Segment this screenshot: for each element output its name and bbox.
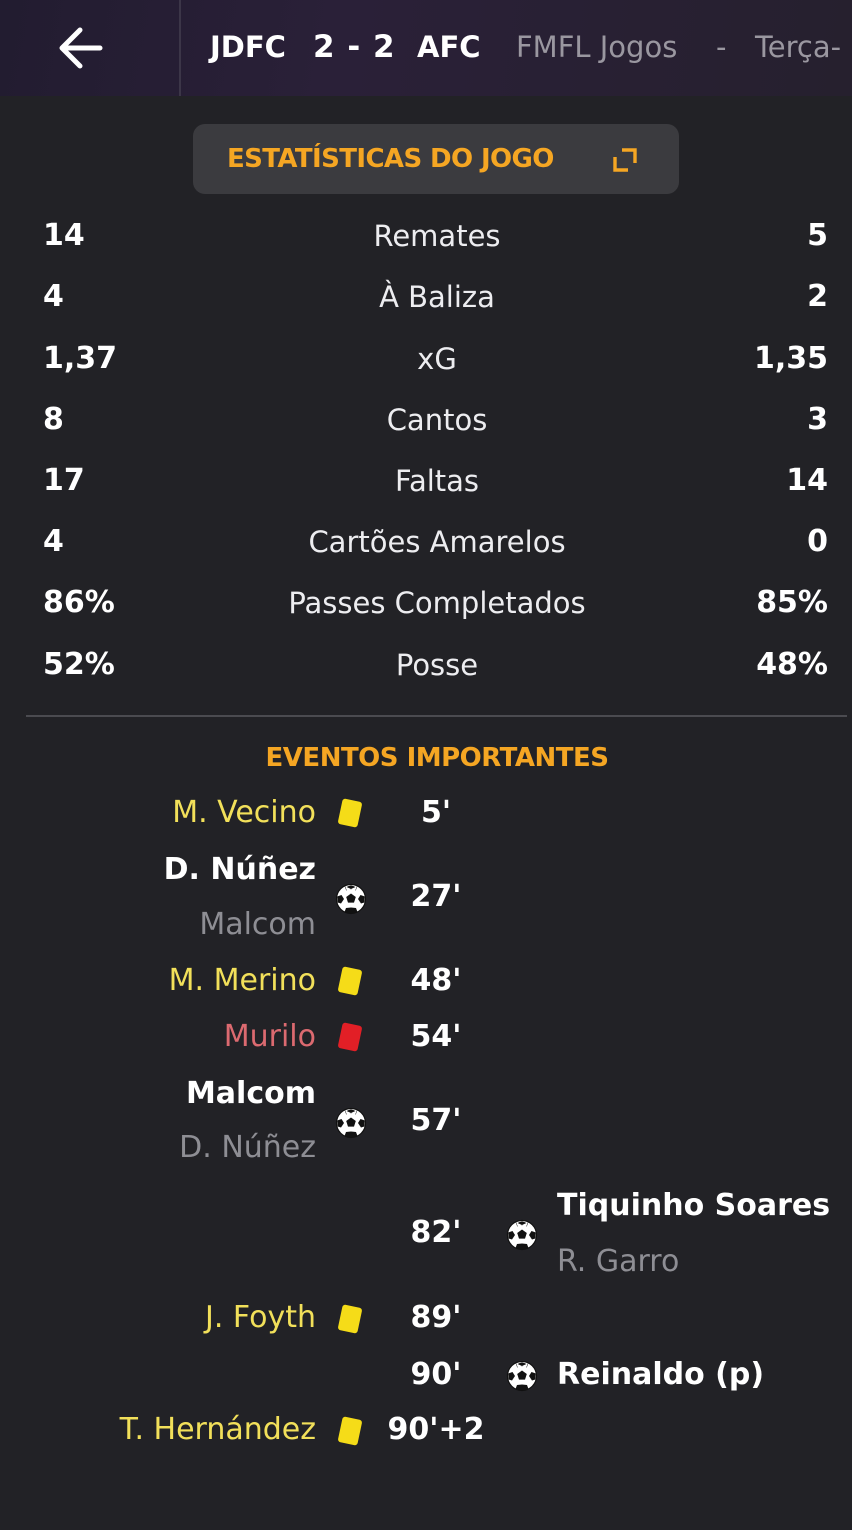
event-time: 27'	[410, 879, 462, 914]
stat-label: Cantos	[386, 403, 488, 437]
event-time: 90'+2	[387, 1412, 485, 1447]
stat-away-value: 1,35	[753, 341, 828, 376]
match-day: Terça-	[755, 30, 842, 64]
match-stats-tab[interactable]: ESTATÍSTICAS DO JOGO	[193, 124, 679, 194]
stat-away-value: 0	[807, 524, 828, 559]
stat-away-value: 3	[807, 402, 828, 437]
match-header: JDFC 2 - 2 AFC FMFL Jogos - Terça-	[0, 0, 852, 96]
event-player[interactable]: J. Foyth	[205, 1298, 316, 1338]
stat-away-value: 85%	[756, 585, 828, 620]
yellow-card-icon	[337, 798, 363, 828]
soccer-ball-icon	[506, 1360, 538, 1392]
stat-label: Remates	[373, 219, 501, 253]
event-assist[interactable]: R. Garro	[557, 1242, 679, 1282]
section-divider	[26, 715, 847, 717]
red-card-icon	[337, 1022, 363, 1052]
event-player[interactable]: M. Vecino	[172, 793, 316, 833]
back-button[interactable]	[52, 20, 112, 76]
stat-away-value: 5	[807, 218, 828, 253]
event-time: 90'	[410, 1357, 462, 1392]
event-assist[interactable]: Malcom	[199, 905, 316, 945]
soccer-ball-icon	[335, 883, 367, 915]
popout-icon	[613, 148, 637, 172]
event-scorer[interactable]: Tiquinho Soares	[557, 1186, 830, 1226]
soccer-ball-icon	[506, 1219, 538, 1251]
key-events-title: EVENTOS IMPORTANTES	[265, 743, 609, 773]
stat-row-possession: 52% Posse 48%	[0, 637, 852, 693]
stat-away-value: 14	[786, 463, 828, 498]
event-time: 89'	[410, 1300, 462, 1335]
home-team-name: JDFC	[210, 30, 286, 64]
yellow-card-icon	[337, 1416, 363, 1446]
event-time: 5'	[420, 795, 452, 830]
stat-row-corners: 8 Cantos 3	[0, 392, 852, 448]
yellow-card-icon	[337, 1304, 363, 1334]
header-divider	[179, 0, 181, 96]
event-player[interactable]: M. Merino	[169, 961, 316, 1001]
stat-label: À Baliza	[379, 280, 495, 314]
stat-label: Cartões Amarelos	[308, 525, 566, 559]
match-score: 2 - 2	[313, 29, 396, 65]
stat-label: xG	[417, 342, 457, 376]
header-separator: -	[716, 30, 727, 64]
stat-label: Faltas	[394, 464, 480, 498]
event-time: 54'	[410, 1019, 462, 1054]
event-scorer[interactable]: D. Núñez	[164, 850, 316, 890]
stat-row-shots: 14 Remates 5	[0, 208, 852, 264]
competition-name: FMFL Jogos	[516, 30, 678, 64]
stat-row-fouls: 17 Faltas 14	[0, 453, 852, 509]
yellow-card-icon	[337, 966, 363, 996]
event-assist[interactable]: D. Núñez	[179, 1128, 316, 1168]
event-time: 82'	[410, 1215, 462, 1250]
soccer-ball-icon	[335, 1107, 367, 1139]
stat-label: Posse	[395, 648, 479, 682]
back-arrow-icon	[59, 27, 103, 69]
event-player[interactable]: Murilo	[224, 1017, 316, 1057]
event-time: 48'	[410, 963, 462, 998]
stat-away-value: 48%	[756, 647, 828, 682]
stat-row-passes: 86% Passes Completados 85%	[0, 575, 852, 631]
event-scorer[interactable]: Reinaldo (p)	[557, 1355, 764, 1395]
stat-label: Passes Completados	[288, 586, 586, 620]
event-scorer[interactable]: Malcom	[186, 1074, 316, 1114]
stat-row-yellow-cards: 4 Cartões Amarelos 0	[0, 514, 852, 570]
away-team-name: AFC	[417, 30, 481, 64]
stat-away-value: 2	[807, 279, 828, 314]
stat-row-xg: 1,37 xG 1,35	[0, 331, 852, 387]
match-stats-tab-label: ESTATÍSTICAS DO JOGO	[227, 144, 554, 174]
event-player[interactable]: T. Hernández	[120, 1410, 316, 1450]
event-time: 57'	[410, 1103, 462, 1138]
stat-row-on-target: 4 À Baliza 2	[0, 269, 852, 325]
